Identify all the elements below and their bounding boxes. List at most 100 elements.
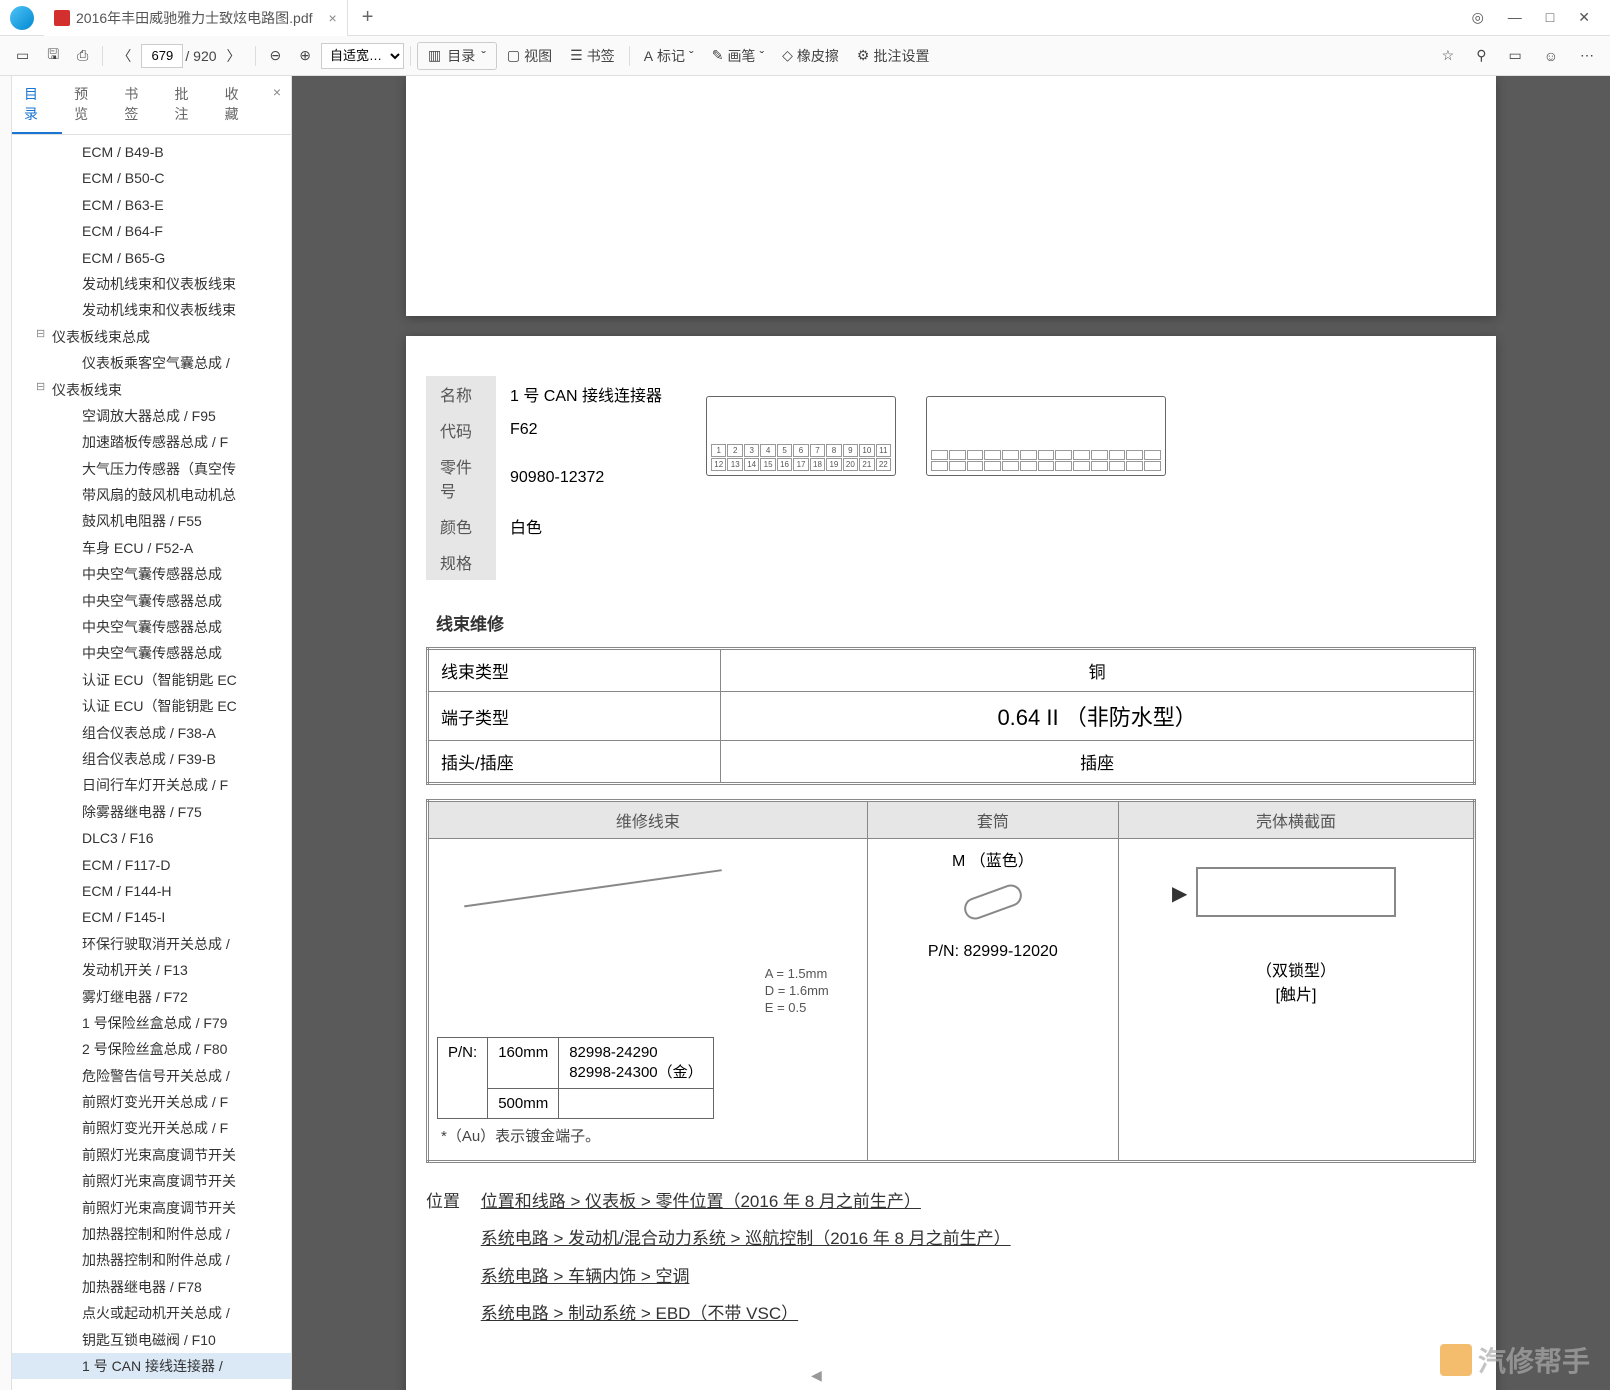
tree-item[interactable]: 前照灯变光开关总成 / F	[12, 1115, 291, 1141]
tree-item[interactable]: 发动机线束和仪表板线束	[12, 297, 291, 323]
page-total: / 920	[185, 48, 216, 64]
tree-item[interactable]: 车身 ECU / F52-A	[12, 535, 291, 561]
app-icon[interactable]	[10, 6, 34, 30]
tree-item[interactable]: ECM / B49-B	[12, 139, 291, 165]
tree-item[interactable]: 日间行车灯开关总成 / F	[12, 772, 291, 798]
sb-tab-preview[interactable]: 预览	[62, 76, 112, 134]
tree-item[interactable]: 环保行驶取消开关总成 /	[12, 931, 291, 957]
tab-close-icon[interactable]: ×	[329, 10, 337, 26]
tree-item[interactable]: ECM / F144-H	[12, 878, 291, 904]
tab-title: 2016年丰田威驰雅力士致炫电路图.pdf	[76, 8, 313, 28]
tree-item[interactable]: 雾灯继电器 / F72	[12, 984, 291, 1010]
zoom-select[interactable]: 自适宽…	[321, 43, 404, 69]
page-input[interactable]	[141, 44, 183, 68]
tree-item[interactable]: 1 号 CAN 接线连接器 /	[12, 1353, 291, 1379]
tree-item[interactable]: 加热器继电器 / F78	[12, 1274, 291, 1300]
maximize-icon[interactable]: □	[1546, 9, 1554, 26]
tree-item[interactable]: 中央空气囊传感器总成	[12, 588, 291, 614]
tree-item[interactable]: 发动机开关 / F13	[12, 957, 291, 983]
zoom-in-icon[interactable]: ⊕	[291, 42, 319, 69]
tree-item[interactable]: 除雾器继电器 / F75	[12, 799, 291, 825]
link-4[interactable]: 系统电路 > 制动系统 > EBD（不带 VSC）	[481, 1304, 798, 1323]
panel-icon[interactable]: ▭	[1500, 42, 1529, 69]
note: *（Au）表示镀金端子。	[437, 1119, 859, 1152]
minimize-icon[interactable]: —	[1508, 9, 1522, 26]
tree-item[interactable]: 1 号保险丝盒总成 / F79	[12, 1010, 291, 1036]
tree-item[interactable]: 认证 ECU（智能钥匙 EC	[12, 667, 291, 693]
info-table: 名称1 号 CAN 接线连接器 代码F62 零件号90980-12372 颜色白…	[426, 376, 676, 580]
print-icon[interactable]: ⎙	[69, 42, 96, 69]
sb-tab-toc[interactable]: 目录	[12, 76, 62, 134]
tree-item[interactable]: 发动机线束和仪表板线束	[12, 271, 291, 297]
tree-item[interactable]: 中央空气囊传感器总成	[12, 640, 291, 666]
tree-item[interactable]: 前照灯变光开关总成 / F	[12, 1089, 291, 1115]
sidebar-close-icon[interactable]: ×	[263, 76, 291, 134]
user-icon[interactable]: ☺	[1536, 43, 1566, 69]
tree-item[interactable]: ECM / F117-D	[12, 852, 291, 878]
watermark: 汽修帮手	[1440, 1340, 1590, 1380]
settings-icon[interactable]: ◎	[1472, 9, 1484, 26]
bookmark-button[interactable]: ☰ 书签	[562, 41, 623, 71]
sidebar: 目录 预览 书签 批注 收藏 × ECM / B49-BECM / B50-CE…	[12, 76, 292, 1390]
next-page-icon[interactable]: 〉	[219, 41, 249, 71]
new-tab-button[interactable]: +	[348, 6, 388, 29]
link-2[interactable]: 系统电路 > 发动机/混合动力系统 > 巡航控制（2016 年 8 月之前生产）	[481, 1229, 1011, 1248]
tree-item[interactable]: 空调放大器总成 / F95	[12, 403, 291, 429]
content-area[interactable]: 名称1 号 CAN 接线连接器 代码F62 零件号90980-12372 颜色白…	[292, 76, 1610, 1390]
tree-item[interactable]: 前照灯光束高度调节开关	[12, 1195, 291, 1221]
tree-item[interactable]: 点火或起动机开关总成 /	[12, 1300, 291, 1326]
star-icon[interactable]: ☆	[1434, 42, 1463, 69]
shell-diagram	[1196, 867, 1396, 917]
tree-item[interactable]: 加热器控制和附件总成 /	[12, 1221, 291, 1247]
tree-item[interactable]: 中央空气囊传感器总成	[12, 614, 291, 640]
tree-item[interactable]: 2 号保险丝盒总成 / F80	[12, 1036, 291, 1062]
anno-button[interactable]: ⚙ 批注设置	[849, 41, 938, 71]
tree-item[interactable]: 大气压力传感器（真空传	[12, 456, 291, 482]
toc-button[interactable]: ▥ 目录 ˇ	[417, 42, 497, 70]
more-icon[interactable]: ⋯	[1572, 42, 1602, 69]
tree-item[interactable]: DLC3 / F16	[12, 825, 291, 851]
left-rail[interactable]	[0, 76, 12, 1390]
tree-item[interactable]: 前照灯光束高度调节开关	[12, 1168, 291, 1194]
view-button[interactable]: ▢ 视图	[499, 41, 560, 71]
tree-item[interactable]: 鼓风机电阻器 / F55	[12, 508, 291, 534]
page-current: 名称1 号 CAN 接线连接器 代码F62 零件号90980-12372 颜色白…	[406, 336, 1496, 1390]
tree-item[interactable]: 带风扇的鼓风机电动机总	[12, 482, 291, 508]
link-1[interactable]: 位置和线路 > 仪表板 > 零件位置（2016 年 8 月之前生产）	[481, 1192, 921, 1211]
sb-tab-bookmark[interactable]: 书签	[112, 76, 162, 134]
pen-button[interactable]: ✎ 画笔 ˇ	[704, 41, 772, 71]
zoom-out-icon[interactable]: ⊖	[262, 42, 290, 69]
link-3[interactable]: 系统电路 > 车辆内饰 > 空调	[481, 1267, 690, 1286]
tree-item[interactable]: 中央空气囊传感器总成	[12, 561, 291, 587]
close-icon[interactable]: ✕	[1578, 9, 1590, 26]
mark-button[interactable]: A 标记 ˇ	[636, 41, 702, 71]
prev-page-icon[interactable]: 〈	[109, 41, 139, 71]
tree-item[interactable]: ECM / B50-C	[12, 165, 291, 191]
tree-item[interactable]: 组合仪表总成 / F38-A	[12, 720, 291, 746]
tree-item[interactable]: 危险警告信号开关总成 /	[12, 1063, 291, 1089]
tree-item[interactable]: ECM / B63-E	[12, 192, 291, 218]
eraser-button[interactable]: ◇ 橡皮擦	[774, 41, 847, 71]
tree-item[interactable]: 组合仪表总成 / F39-B	[12, 746, 291, 772]
tree-item[interactable]: 加速踏板传感器总成 / F	[12, 429, 291, 455]
tree-item[interactable]: 钥匙互锁电磁阀 / F10	[12, 1327, 291, 1353]
open-icon[interactable]: ▭	[8, 42, 37, 69]
search-icon[interactable]: ⚲	[1468, 42, 1494, 69]
tree-group[interactable]: 仪表板线束	[12, 377, 291, 403]
tree-item[interactable]: 加热器控制和附件总成 /	[12, 1247, 291, 1273]
tree-item[interactable]: ECM / B64-F	[12, 218, 291, 244]
scroll-left-icon[interactable]: ◀	[811, 1367, 822, 1384]
sb-tab-fav[interactable]: 收藏	[213, 76, 263, 134]
document-tab[interactable]: 2016年丰田威驰雅力士致炫电路图.pdf ×	[44, 0, 348, 36]
toolbar: ▭ 🖫 ⎙ 〈 / 920 〉 ⊖ ⊕ 自适宽… ▥ 目录 ˇ ▢ 视图 ☰ 书…	[0, 36, 1610, 76]
tree-group[interactable]: 仪表板线束总成	[12, 324, 291, 350]
tree-item[interactable]: 仪表板乘客空气囊总成 /	[12, 350, 291, 376]
sb-tab-anno[interactable]: 批注	[162, 76, 212, 134]
save-icon[interactable]: 🖫	[39, 39, 67, 73]
tree-item[interactable]: ECM / F145-I	[12, 904, 291, 930]
chevron-down-icon: ˇ	[481, 48, 486, 64]
tree-item[interactable]: 认证 ECU（智能钥匙 EC	[12, 693, 291, 719]
tree-item[interactable]: ECM / B65-G	[12, 245, 291, 271]
tree-item[interactable]: 前照灯光束高度调节开关	[12, 1142, 291, 1168]
outline-tree[interactable]: ECM / B49-BECM / B50-CECM / B63-EECM / B…	[12, 135, 291, 1390]
